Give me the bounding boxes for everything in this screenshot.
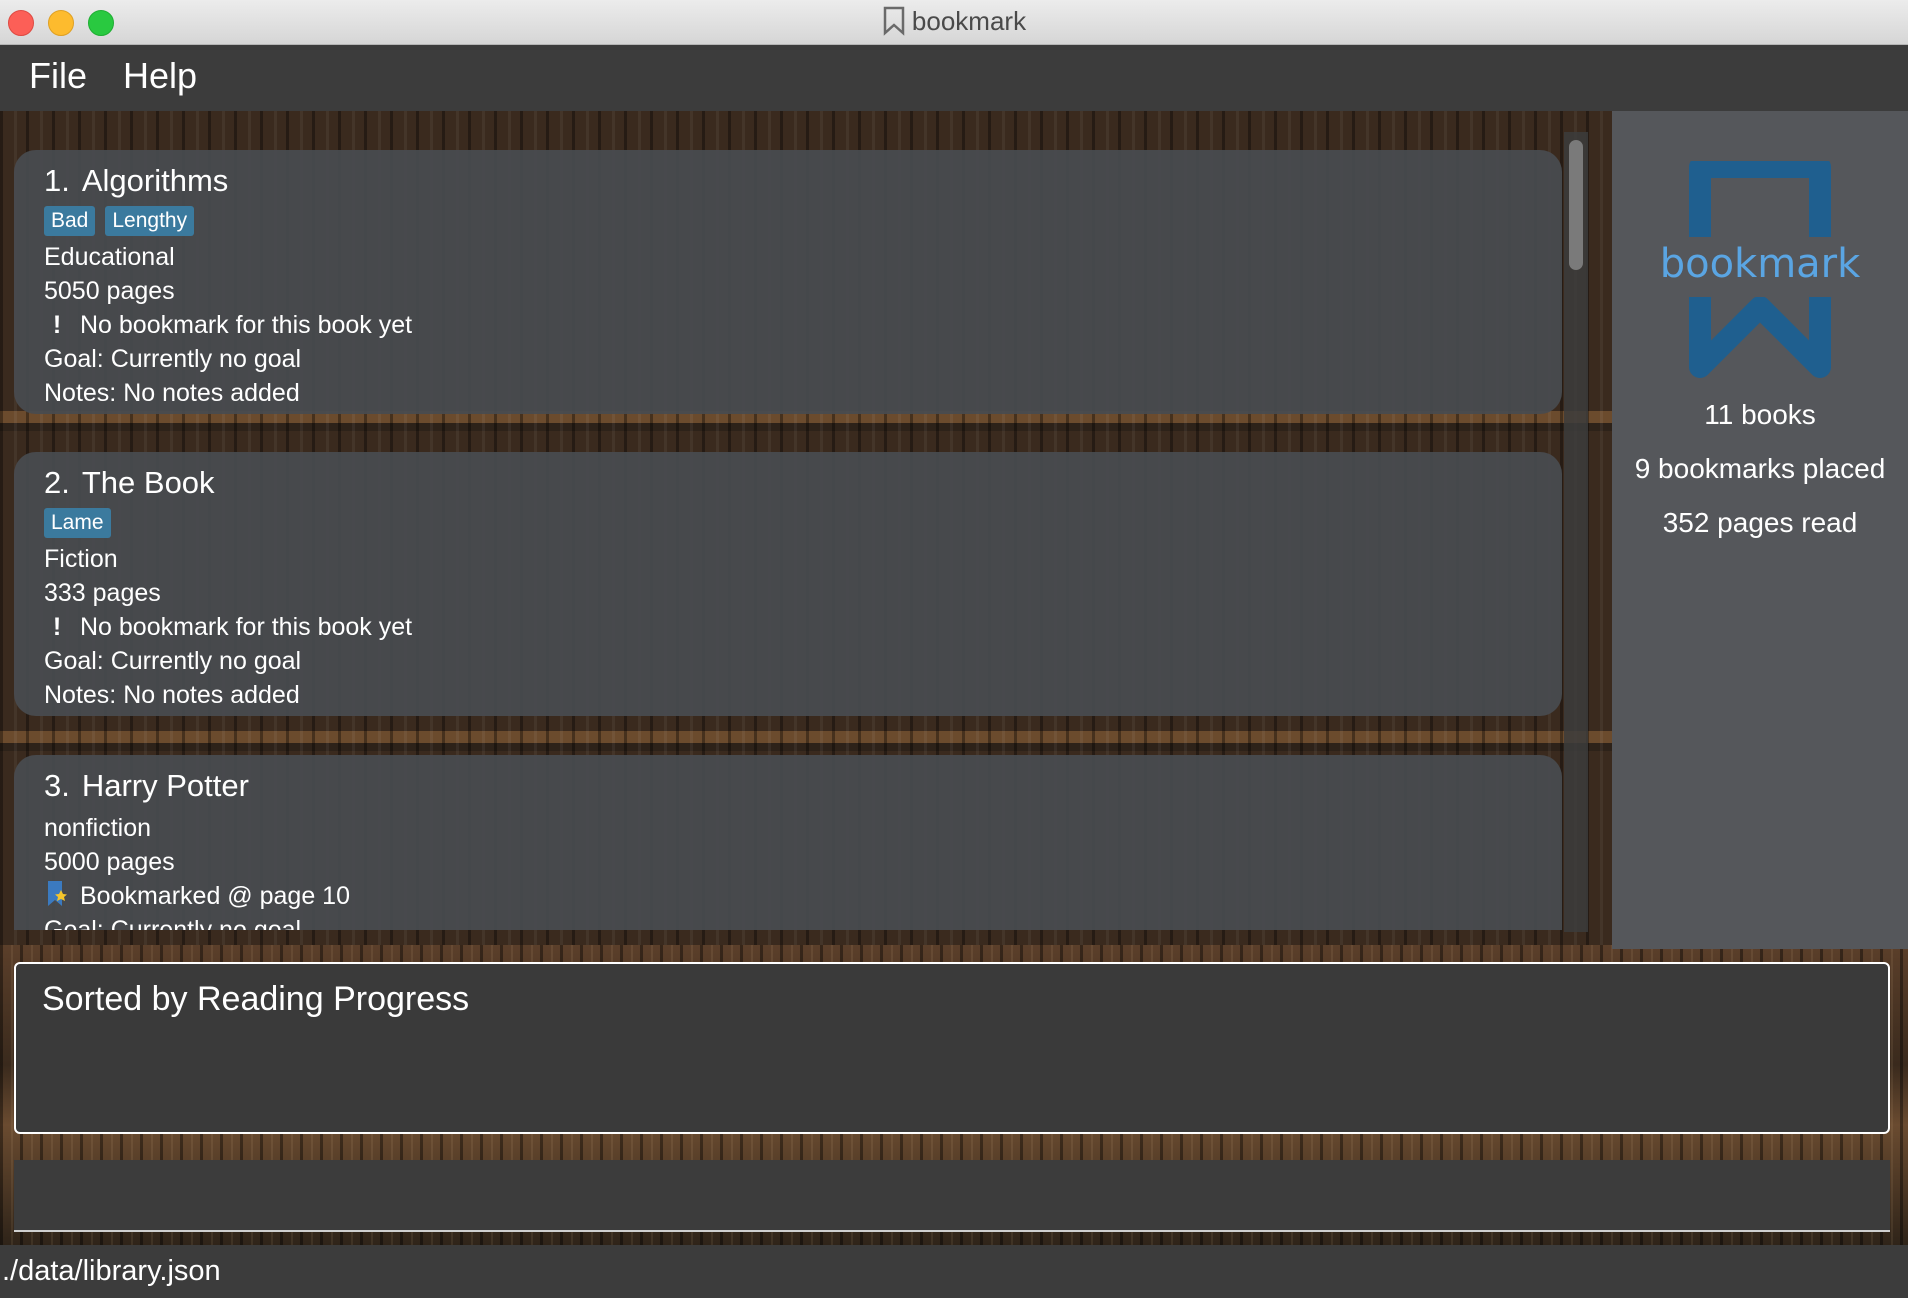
tag-list: Lame (44, 508, 1532, 540)
book-notes: Notes: No notes added (44, 379, 300, 407)
bookmarks-placed: 9 bookmarks placed (1634, 453, 1886, 484)
book-card[interactable]: 2. The Book Lame Fiction 333 pages ! No bo… (14, 452, 1562, 716)
book-index: 2. (44, 465, 70, 500)
book-genre: Fiction (44, 545, 118, 573)
book-bookmark-status: ! No bookmark for this book yet (44, 610, 1532, 644)
book-bookmark-status: Bookmarked @ page 10 (44, 879, 1532, 913)
logo-text: bookmark (1659, 241, 1861, 287)
exclamation-icon: ! (52, 311, 62, 339)
window-title: bookmark (911, 6, 1027, 36)
menu-help[interactable]: Help (123, 55, 197, 97)
result-display: Sorted by Reading Progress (14, 962, 1890, 1134)
book-name: Algorithms (81, 163, 229, 198)
tag: Lengthy (105, 206, 195, 236)
tag: Bad (44, 206, 96, 236)
bookmark-icon (883, 6, 905, 36)
book-title: 3. Harry Potter (44, 767, 1532, 805)
result-message: Sorted by Reading Progress (42, 980, 470, 1018)
exclamation-icon: ! (52, 613, 62, 641)
book-title: 1. Algorithms (44, 162, 1532, 200)
command-input[interactable] (14, 1160, 1890, 1230)
book-pages: 5000 pages (44, 848, 175, 876)
book-goal: Goal: Currently no goal (44, 345, 302, 373)
status-bar: ./data/library.json (0, 1245, 1908, 1298)
book-index: 3. (44, 768, 70, 803)
menu-bar: File Help (0, 45, 1908, 111)
book-card[interactable]: 3. Harry Potter nonfiction 5000 pages Boo… (14, 755, 1562, 930)
command-box[interactable] (14, 1160, 1890, 1232)
book-genre: Educational (44, 243, 175, 271)
books-count: 11 books (1704, 399, 1816, 430)
book-bookmark-status: ! No bookmark for this book yet (44, 308, 1532, 342)
book-pages: 5050 pages (44, 277, 175, 305)
bookmark-star-icon (44, 879, 70, 913)
book-notes: Notes: No notes added (44, 681, 300, 709)
window-title-bar: bookmark (0, 0, 1908, 45)
menu-file[interactable]: File (29, 55, 87, 97)
book-goal: Goal: Currently no goal (44, 916, 302, 930)
book-list-scrollbar[interactable] (1564, 132, 1588, 932)
statistics-panel: bookmark 11 books 9 bookmarks placed 352… (1612, 111, 1908, 949)
pages-read: 352 pages read (1662, 507, 1858, 538)
data-file-path: ./data/library.json (2, 1255, 221, 1287)
book-name: Harry Potter (81, 768, 249, 803)
tag-list: Bad Lengthy (44, 206, 1532, 238)
book-list[interactable]: 1. Algorithms Bad Lengthy Educational 5050… (14, 150, 1562, 930)
scrollbar-thumb[interactable] (1569, 140, 1583, 270)
tag: Lame (44, 508, 111, 538)
book-goal: Goal: Currently no goal (44, 647, 302, 675)
book-pages: 333 pages (44, 579, 161, 607)
book-genre: nonfiction (44, 814, 152, 842)
book-index: 1. (44, 163, 70, 198)
bookmark-logo: bookmark (1652, 156, 1868, 381)
book-card[interactable]: 1. Algorithms Bad Lengthy Educational 5050… (14, 150, 1562, 414)
book-title: 2. The Book (44, 464, 1532, 502)
book-name: The Book (81, 465, 215, 500)
